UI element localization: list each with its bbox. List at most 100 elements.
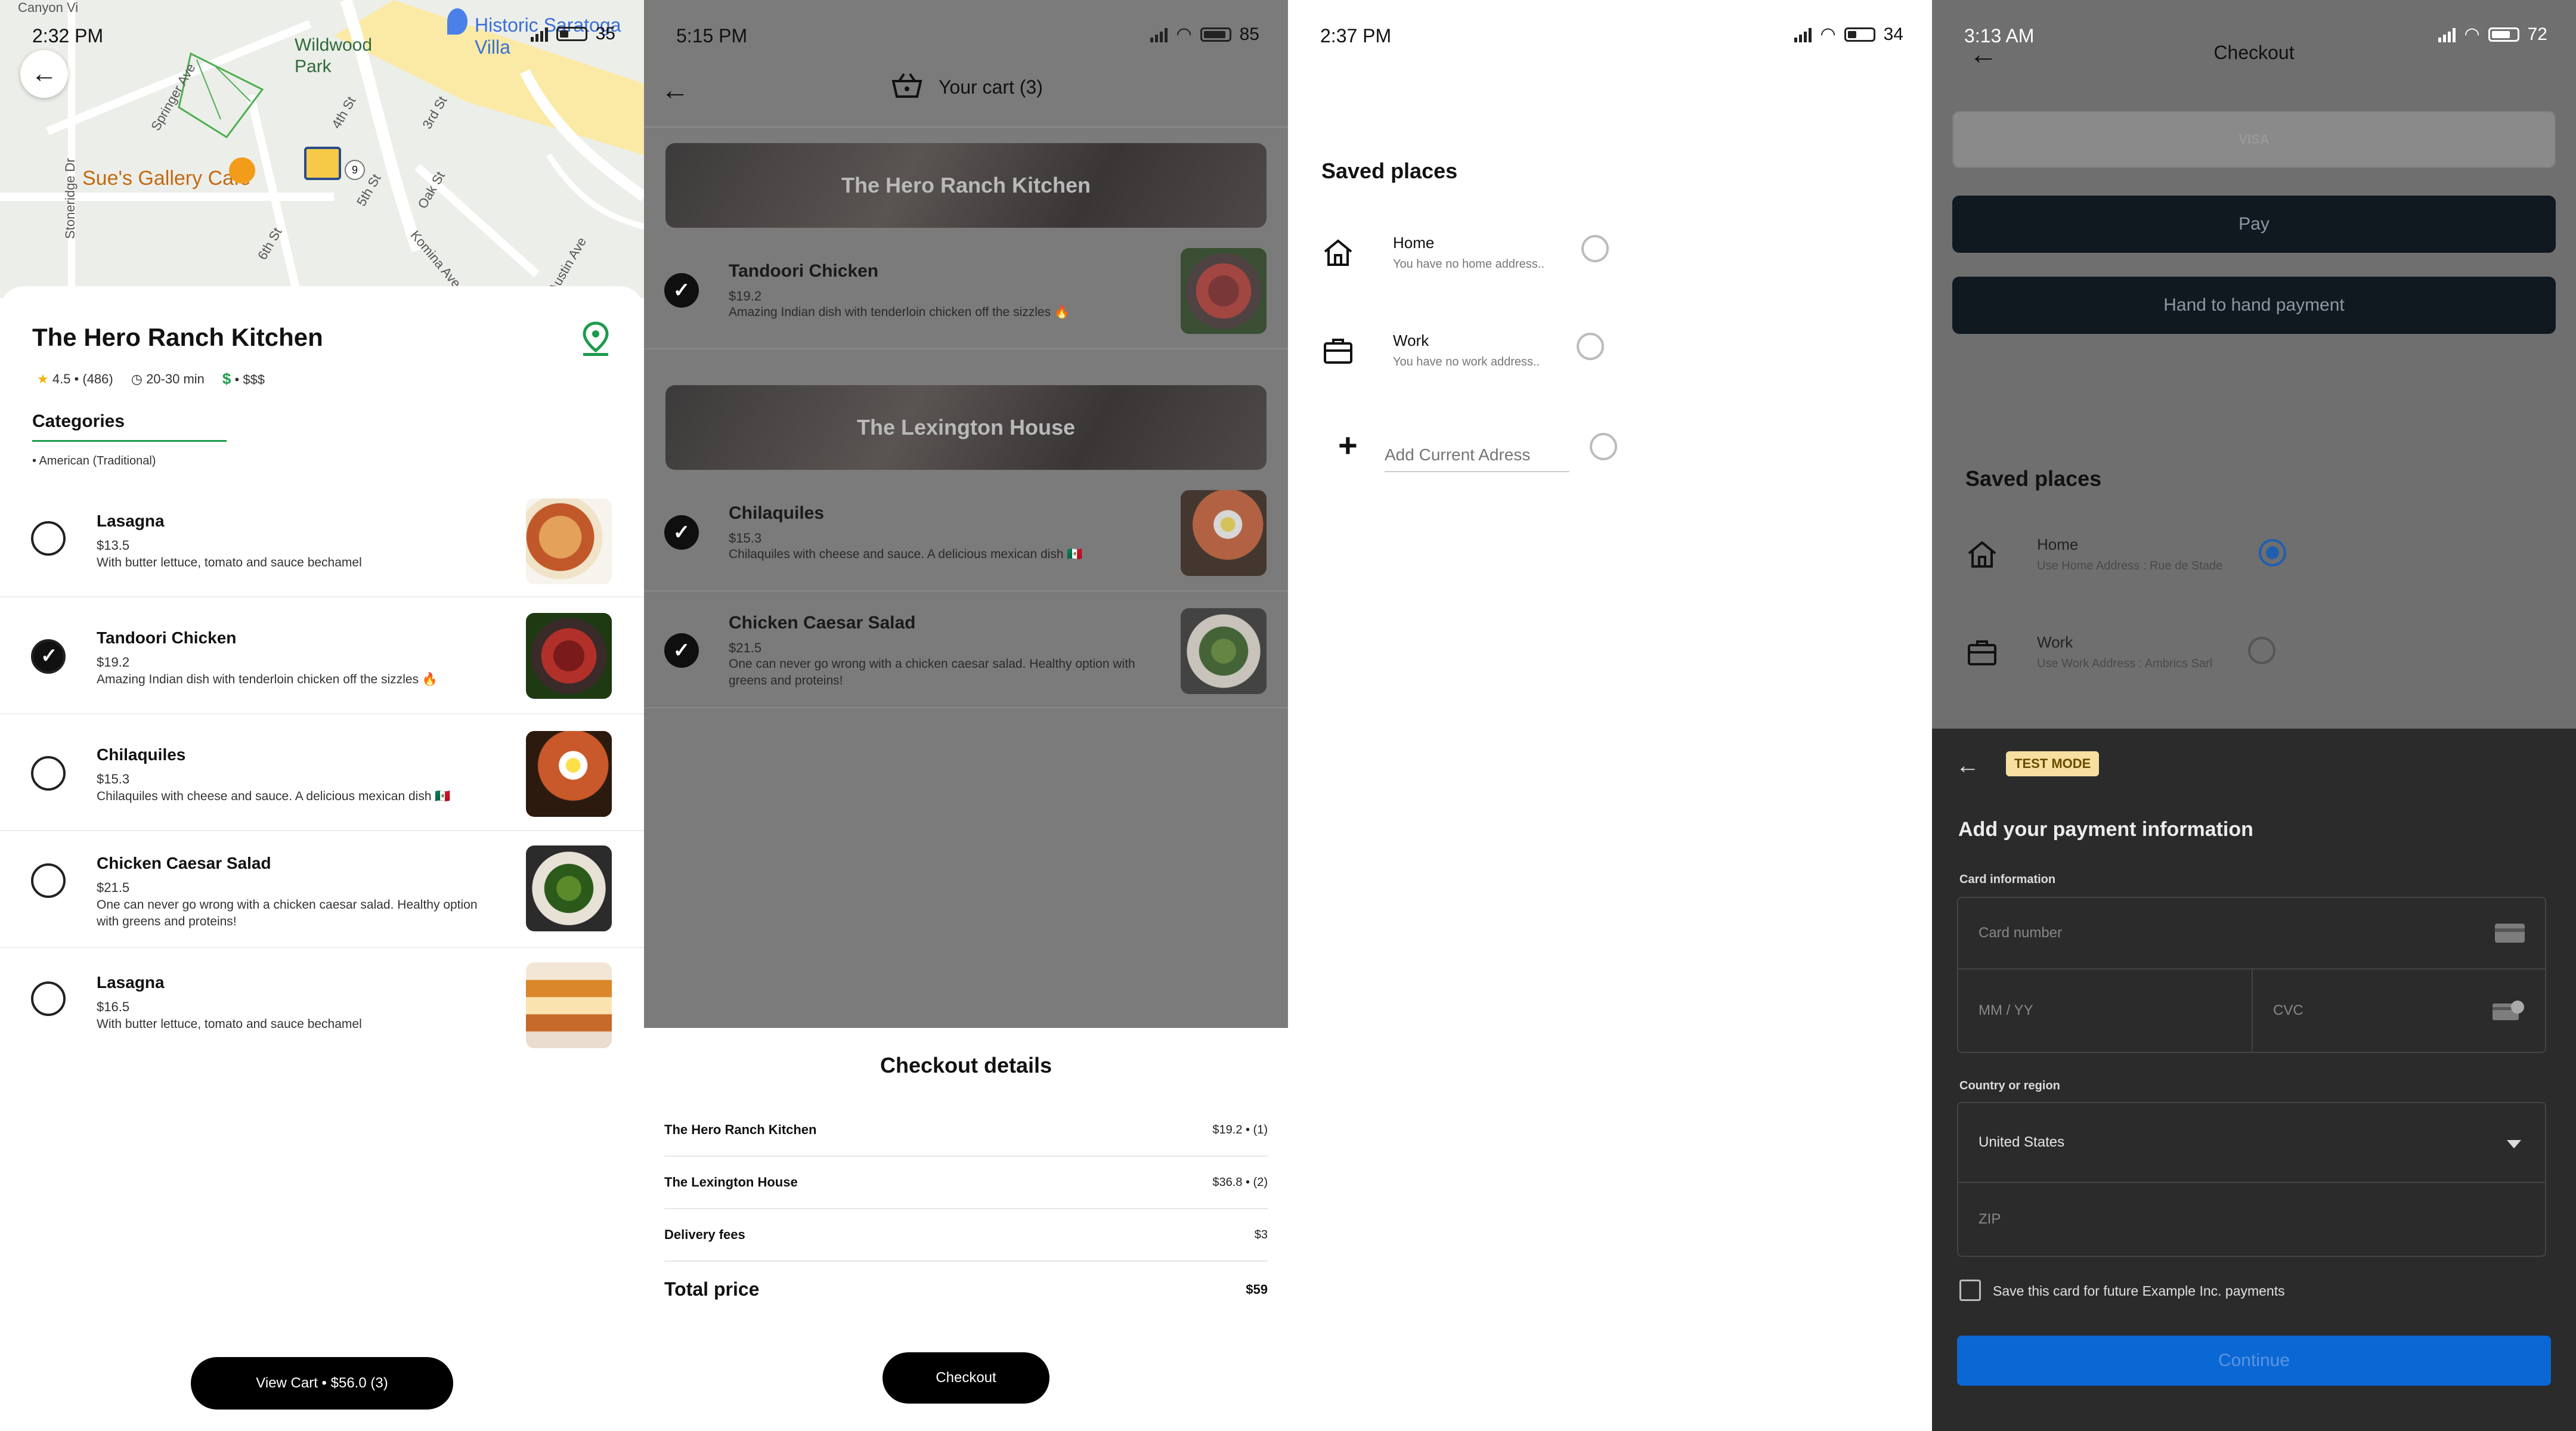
route-badge: 9 <box>345 160 365 180</box>
item-radio[interactable] <box>31 981 66 1016</box>
place-subtitle: Use Home Address : Rue de Stade <box>2037 559 2223 572</box>
card-number-placeholder: Card number <box>1979 925 2063 941</box>
pay-button[interactable]: Pay <box>1952 196 2556 253</box>
country-select[interactable]: United States <box>1957 1102 2546 1183</box>
country-value: United States <box>1979 1134 2065 1150</box>
item-desc: Amazing Indian dish with tenderloin chic… <box>97 673 438 686</box>
cart-title: Your cart (3) <box>939 76 1043 98</box>
item-price: $21.5 <box>97 880 130 895</box>
battery-icon <box>1844 27 1875 42</box>
row-value: $19.2 • (1) <box>1212 1123 1268 1136</box>
menu-item[interactable]: Tandoori Chicken $19.2 Amazing Indian di… <box>0 597 644 714</box>
item-radio[interactable] <box>31 756 66 791</box>
signal-icon <box>530 26 548 42</box>
expiry-field[interactable]: MM / YY <box>1957 968 2253 1053</box>
tab-categories[interactable]: Categories <box>32 411 125 432</box>
rating-text: 4.5 • (486) <box>52 371 113 386</box>
restaurant-marker-icon[interactable] <box>304 147 341 180</box>
dollar-icon: $ <box>222 370 231 388</box>
item-radio[interactable] <box>31 863 66 898</box>
payment-title: Add your payment information <box>1958 818 2253 841</box>
saved-place-home[interactable]: Home You have no home address.. <box>1321 227 1655 292</box>
arrow-left-icon[interactable]: ← <box>1956 752 1980 779</box>
checkout-sheet: Checkout details The Hero Ranch Kitchen … <box>644 1028 1288 1431</box>
visa-button[interactable]: VISA <box>1952 111 2556 168</box>
home-icon <box>1968 541 1996 568</box>
cart-item[interactable]: ✓ Tandoori Chicken $19.2 Amazing Indian … <box>644 238 1288 349</box>
home-icon <box>1324 239 1352 266</box>
back-button[interactable]: ← <box>20 50 68 98</box>
price-tier-text: • $$$ <box>234 372 265 387</box>
place-title: Work <box>2037 633 2073 651</box>
signal-icon <box>2438 27 2456 42</box>
total-row: Total price $59 <box>664 1278 1268 1300</box>
food-image <box>1181 608 1267 694</box>
zip-field[interactable]: ZIP <box>1957 1182 2546 1257</box>
menu-item[interactable]: Lasagna $16.5 With butter lettuce, tomat… <box>0 948 644 1065</box>
checkout-overlay: 3:13 AM ◠ 72 ← Checkout VISA Pay Hand to… <box>1932 0 2576 729</box>
menu-item[interactable]: Chilaquiles $15.3 Chilaquiles with chees… <box>0 714 644 831</box>
card-number-field[interactable]: Card number <box>1957 897 2546 970</box>
place-subtitle: You have no work address.. <box>1393 355 1540 368</box>
expiry-placeholder: MM / YY <box>1979 1002 2033 1018</box>
cart-item[interactable]: ✓ Chicken Caesar Salad $21.5 One can nev… <box>644 591 1288 708</box>
saved-place-work[interactable]: Work Use Work Address : Ambrics Sarl <box>1965 626 2299 692</box>
place-radio[interactable] <box>2248 637 2275 664</box>
restaurant-meta: ★ 4.5 • (486) ◷ 20-30 min $ • $$$ <box>37 370 265 388</box>
total-value: $59 <box>1246 1281 1268 1297</box>
item-radio-checked[interactable] <box>31 639 66 674</box>
item-name: Chicken Caesar Salad <box>729 613 916 633</box>
category-tag: • American (Traditional) <box>32 454 156 467</box>
chevron-down-icon <box>2507 1140 2521 1148</box>
place-title: Home <box>2037 535 2079 553</box>
street-label: Stoneridge Dr <box>62 158 78 239</box>
food-image <box>1181 490 1267 576</box>
hand-to-hand-button[interactable]: Hand to hand payment <box>1952 277 2556 334</box>
place-radio[interactable] <box>1577 333 1604 360</box>
cvc-field[interactable]: CVC <box>2252 968 2546 1053</box>
menu-item[interactable]: Lasagna $13.5 With butter lettuce, tomat… <box>0 481 644 597</box>
save-card-checkbox[interactable] <box>1959 1280 1981 1301</box>
add-address-radio[interactable] <box>1590 433 1617 460</box>
restaurant-name: The Hero Ranch Kitchen <box>32 323 323 351</box>
check-icon[interactable]: ✓ <box>664 273 699 308</box>
battery-level: 35 <box>595 24 615 44</box>
cafe-pin-icon[interactable] <box>229 157 255 184</box>
wifi-icon: ◠ <box>1176 24 1192 44</box>
place-radio[interactable] <box>1581 235 1609 262</box>
signal-icon <box>1150 27 1168 42</box>
item-radio[interactable] <box>31 521 66 556</box>
continue-button[interactable]: Continue <box>1957 1336 2551 1386</box>
total-label: Total price <box>664 1278 760 1300</box>
saved-place-work[interactable]: Work You have no work address.. <box>1321 324 1655 390</box>
saved-place-home[interactable]: Home Use Home Address : Rue de Stade <box>1965 528 2299 594</box>
place-radio-selected[interactable] <box>2259 539 2286 566</box>
item-price: $15.3 <box>729 531 762 546</box>
saved-places-heading: Saved places <box>1321 159 1458 183</box>
arrow-left-icon[interactable]: ← <box>661 74 689 107</box>
food-image <box>526 845 612 931</box>
save-card-label: Save this card for future Example Inc. p… <box>1993 1283 2285 1299</box>
cart-screen: 5:15 PM ◠ 85 ← Your cart (3) The Hero Ra… <box>644 0 1288 1431</box>
menu-item[interactable]: Chicken Caesar Salad $21.5 One can never… <box>0 831 644 948</box>
add-address-input[interactable] <box>1385 434 1569 472</box>
cart-header: ← Your cart (3) <box>644 57 1288 129</box>
checkout-row: Delivery fees $3 <box>664 1209 1268 1262</box>
row-label: The Lexington House <box>664 1175 798 1190</box>
check-icon[interactable]: ✓ <box>664 633 699 668</box>
battery-icon <box>2488 27 2519 42</box>
checkout-button[interactable]: Checkout <box>883 1352 1049 1404</box>
wifi-icon: ◠ <box>1820 24 1836 44</box>
row-label: The Hero Ranch Kitchen <box>664 1122 817 1137</box>
cart-item[interactable]: ✓ Chilaquiles $15.3 Chilaquiles with che… <box>644 482 1288 591</box>
battery-level: 85 <box>1239 24 1259 44</box>
view-cart-button[interactable]: View Cart • $56.0 (3) <box>191 1357 453 1410</box>
location-pin-icon[interactable] <box>581 321 611 358</box>
place-title: Home <box>1393 234 1435 252</box>
basket-icon <box>891 73 922 98</box>
plus-icon[interactable]: + <box>1338 426 1358 464</box>
saved-places-screen: 2:37 PM ◠ 34 Saved places Home You have … <box>1288 0 1932 1431</box>
row-value: $36.8 • (2) <box>1212 1175 1268 1189</box>
check-icon[interactable]: ✓ <box>664 515 699 550</box>
item-price: $19.2 <box>729 289 762 303</box>
